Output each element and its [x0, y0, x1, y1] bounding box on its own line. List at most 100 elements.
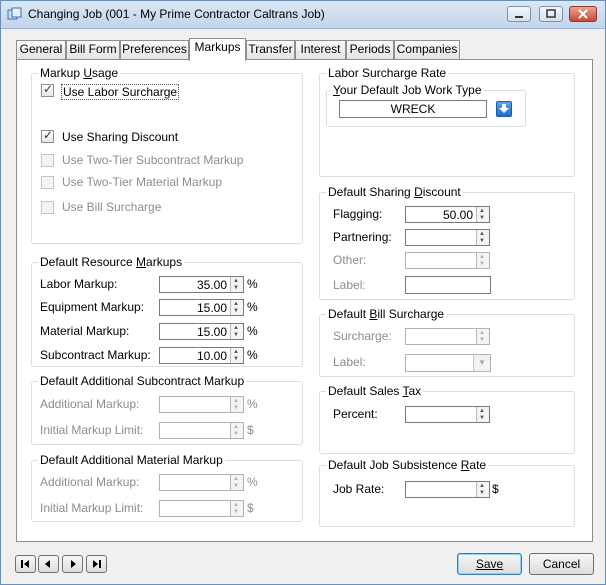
spin-arrows[interactable]: ▲ ▼: [476, 407, 489, 422]
use-sharing-discount-checkbox[interactable]: ✓: [41, 128, 54, 143]
job-rate-input[interactable]: ▲ ▼: [405, 481, 490, 498]
tab-preferences[interactable]: Preferences: [120, 40, 189, 59]
spin-arrows[interactable]: ▲ ▼: [476, 329, 489, 344]
spin-arrows[interactable]: ▲ ▼: [476, 253, 489, 268]
title-bar[interactable]: Changing Job (001 - My Prime Contractor …: [1, 1, 605, 29]
minimize-button[interactable]: [507, 6, 531, 22]
spin-down-icon: ▼: [479, 337, 485, 343]
spin-down-icon: ▼: [233, 405, 239, 411]
save-button[interactable]: Save: [457, 553, 522, 575]
partnering-input[interactable]: ▲ ▼: [405, 229, 490, 246]
spin-arrows[interactable]: ▲ ▼: [230, 397, 243, 412]
other-input[interactable]: ▲ ▼: [405, 252, 490, 269]
spin-up-icon: ▲: [479, 483, 485, 489]
spin-arrows[interactable]: ▲ ▼: [230, 475, 243, 490]
spin-arrows[interactable]: ▲ ▼: [230, 348, 243, 363]
previous-record-button[interactable]: [38, 555, 59, 573]
addl-subcontract-limit-unit: $: [247, 423, 254, 437]
material-markup-value: 15.00: [196, 325, 227, 339]
subsistence-title: Default Job Subsistence Rate: [326, 458, 489, 472]
maximize-button[interactable]: [539, 6, 563, 22]
flagging-input[interactable]: 50.00 ▲ ▼: [405, 206, 490, 223]
markup-usage-title: Markup Usage: [38, 66, 121, 80]
spin-arrows[interactable]: ▲ ▼: [476, 482, 489, 497]
chevron-down-icon: ▼: [478, 358, 486, 367]
last-record-button[interactable]: [86, 555, 107, 573]
tab-periods[interactable]: Periods: [346, 40, 394, 59]
spin-down-icon: ▼: [479, 261, 485, 267]
labor-markup-input[interactable]: 35.00 ▲ ▼: [159, 276, 244, 293]
sales-tax-percent-input[interactable]: ▲ ▼: [405, 406, 490, 423]
equipment-markup-input[interactable]: 15.00 ▲ ▼: [159, 299, 244, 316]
tab-bill-form[interactable]: Bill Form: [66, 40, 120, 59]
first-record-button[interactable]: [15, 555, 36, 573]
sales-tax-title: Default Sales Tax: [326, 384, 424, 398]
addl-material-limit-unit: $: [247, 501, 254, 515]
use-two-tier-subcontract-label: Use Two-Tier Subcontract Markup: [62, 153, 244, 167]
spin-up-icon: ▲: [233, 349, 239, 355]
addl-subcontract-title: Default Additional Subcontract Markup: [38, 374, 247, 388]
dropdown-button[interactable]: ▼: [473, 355, 490, 371]
bill-surcharge-title: Default Bill Surcharge: [326, 307, 447, 321]
use-labor-surcharge-label[interactable]: Use Labor Surcharge: [61, 84, 180, 100]
addl-material-limit-input[interactable]: ▲ ▼: [159, 500, 244, 517]
tab-interest[interactable]: Interest: [295, 40, 346, 59]
spin-arrows[interactable]: ▲ ▼: [230, 300, 243, 315]
spin-arrows[interactable]: ▲ ▼: [230, 277, 243, 292]
spin-arrows[interactable]: ▲ ▼: [476, 230, 489, 245]
spin-down-icon: ▼: [233, 431, 239, 437]
surcharge-input[interactable]: ▲ ▼: [405, 328, 490, 345]
close-button[interactable]: [569, 6, 597, 22]
use-two-tier-material-checkbox[interactable]: [41, 176, 54, 189]
addl-material-markup-label: Additional Markup:: [40, 475, 140, 489]
spin-down-icon: ▼: [479, 490, 485, 496]
discount-label-input[interactable]: [405, 276, 491, 294]
first-record-icon: [21, 560, 29, 568]
addl-material-markup-input[interactable]: ▲ ▼: [159, 474, 244, 491]
surcharge-label-label: Label:: [333, 355, 366, 369]
next-record-button[interactable]: [62, 555, 83, 573]
checkmark-icon: ✓: [43, 128, 54, 142]
tab-general[interactable]: General: [16, 40, 66, 59]
addl-subcontract-limit-input[interactable]: ▲ ▼: [159, 422, 244, 439]
use-bill-surcharge-checkbox[interactable]: [41, 201, 54, 214]
spin-up-icon: ▲: [479, 208, 485, 214]
cancel-button[interactable]: Cancel: [529, 553, 594, 575]
last-record-icon: [93, 560, 101, 568]
flagging-value: 50.00: [442, 208, 473, 222]
spin-arrows[interactable]: ▲ ▼: [230, 501, 243, 516]
surcharge-label-select[interactable]: ▼: [405, 354, 491, 372]
labor-markup-unit: %: [247, 277, 258, 291]
material-markup-unit: %: [247, 324, 258, 338]
use-two-tier-subcontract-checkbox[interactable]: [41, 154, 54, 167]
use-sharing-discount-label[interactable]: Use Sharing Discount: [62, 130, 178, 144]
close-icon: [578, 9, 588, 19]
spin-up-icon: ▲: [479, 254, 485, 260]
spin-arrows[interactable]: ▲ ▼: [476, 207, 489, 222]
spin-arrows[interactable]: ▲ ▼: [230, 423, 243, 438]
use-two-tier-material-label: Use Two-Tier Material Markup: [62, 175, 223, 189]
tab-transfer[interactable]: Transfer: [246, 40, 295, 59]
use-labor-surcharge-checkbox[interactable]: ✓: [41, 82, 54, 97]
addl-subcontract-markup-input[interactable]: ▲ ▼: [159, 396, 244, 413]
next-record-icon: [71, 560, 76, 568]
spin-up-icon: ▲: [233, 424, 239, 430]
addl-subcontract-markup-unit: %: [247, 397, 258, 411]
material-markup-label: Material Markup:: [40, 324, 130, 338]
markup-usage-group: Markup Usage ✓ Use Labor Surcharge ✓ Use…: [31, 66, 303, 244]
select-work-type-button[interactable]: [496, 101, 512, 117]
subcontract-markup-input[interactable]: 10.00 ▲ ▼: [159, 347, 244, 364]
spin-arrows[interactable]: ▲ ▼: [230, 324, 243, 339]
other-label: Other:: [333, 253, 367, 267]
work-type-field[interactable]: WRECK: [339, 100, 487, 118]
sales-tax-group: Default Sales Tax Percent: ▲ ▼: [319, 384, 575, 454]
spin-up-icon: ▲: [233, 476, 239, 482]
tab-markups[interactable]: Markups: [189, 38, 246, 61]
addl-subcontract-markup-label: Additional Markup:: [40, 397, 140, 411]
equipment-markup-value: 15.00: [196, 301, 227, 315]
spin-up-icon: ▲: [479, 330, 485, 336]
tab-companies[interactable]: Companies: [394, 40, 460, 59]
subsistence-group: Default Job Subsistence Rate Job Rate: ▲…: [319, 458, 575, 527]
spin-up-icon: ▲: [233, 325, 239, 331]
material-markup-input[interactable]: 15.00 ▲ ▼: [159, 323, 244, 340]
